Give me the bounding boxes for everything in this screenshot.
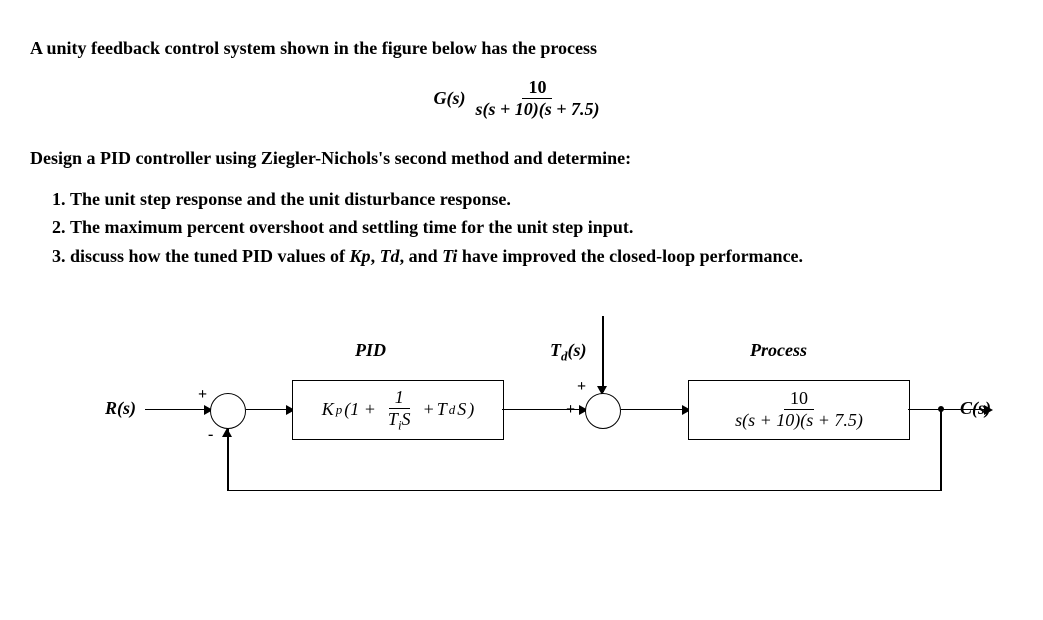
arrow-icon (222, 428, 232, 437)
eq-denominator: s(s + 10)(s + 7.5) (469, 99, 605, 120)
process-block: 10 s(s + 10)(s + 7.5) (688, 380, 910, 440)
pid-block: Kp (1 + 1 TiS + TdS ) (292, 380, 504, 440)
design-instruction: Design a PID controller using Ziegler-Ni… (30, 148, 1013, 169)
line (227, 429, 229, 491)
line (227, 490, 941, 492)
line (908, 409, 988, 411)
eq-numerator: 10 (522, 77, 552, 99)
task-item: The unit step response and the unit dist… (70, 187, 1013, 211)
pid-block-label: PID (355, 340, 386, 361)
process-block-label: Process (750, 340, 807, 361)
arrow-icon (984, 405, 993, 415)
line (246, 409, 290, 411)
process-denominator: s(s + 10)(s + 7.5) (729, 410, 869, 431)
plus-sign: + (577, 378, 586, 396)
line (145, 409, 208, 411)
process-numerator: 10 (784, 388, 814, 410)
plus-sign: + (198, 386, 207, 404)
task-item: The maximum percent overshoot and settli… (70, 215, 1013, 239)
main-equation: G(s) 10 s(s + 10)(s + 7.5) (30, 77, 1013, 120)
title: A unity feedback control system shown in… (30, 38, 1013, 59)
rs-label: R(s) (105, 398, 136, 419)
minus-sign: - (208, 426, 213, 444)
line (621, 409, 686, 411)
task-item: discuss how the tuned PID values of Kp, … (70, 244, 1013, 268)
line (602, 316, 604, 392)
eq-lhs: G(s) (433, 88, 465, 109)
plus-sign: + (566, 401, 575, 419)
block-diagram: R(s) C(s) PID Process Td(s) + - Kp (1 + … (30, 298, 990, 528)
task-list: The unit step response and the unit dist… (70, 187, 1013, 268)
summing-junction (585, 393, 621, 429)
summing-junction (210, 393, 246, 429)
disturbance-label: Td(s) (550, 340, 586, 365)
line (940, 409, 942, 491)
